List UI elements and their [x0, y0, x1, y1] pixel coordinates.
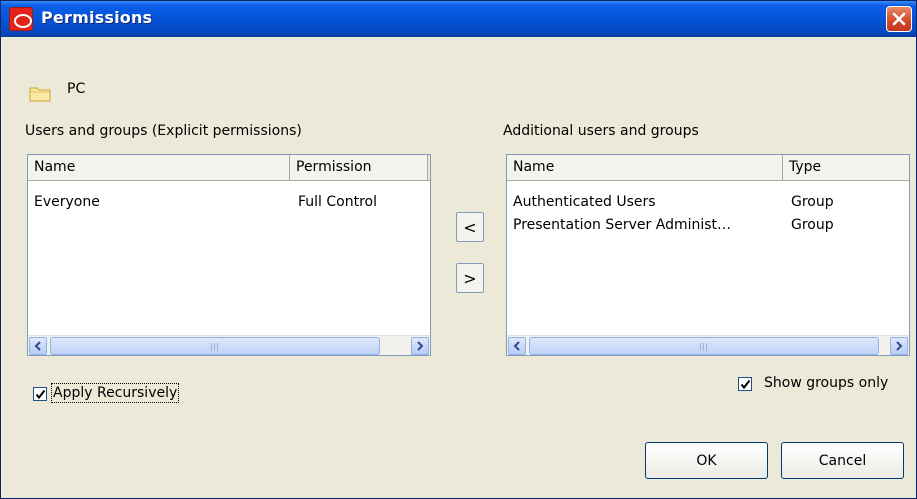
scroll-thumb[interactable] [529, 337, 879, 355]
show-groups-only-label: Show groups only [764, 375, 889, 391]
explicit-permissions-list[interactable]: Name Permission Everyone Full Control [27, 154, 431, 356]
additional-users-list[interactable]: Name Type Authenticated Users Group Pres… [506, 154, 910, 356]
ok-button[interactable]: OK [645, 442, 768, 479]
horizontal-scrollbar[interactable] [507, 335, 909, 355]
permissions-dialog: Permissions PC Users and groups (Explici… [0, 0, 917, 499]
column-header-type[interactable]: Type [783, 155, 909, 180]
user-type: Group [791, 194, 834, 210]
add-to-explicit-button[interactable]: < [456, 212, 484, 242]
apply-recursively-label: Apply Recursively [50, 383, 180, 403]
scroll-right-button[interactable] [411, 337, 429, 355]
checkmark-icon [35, 389, 46, 400]
user-type: Group [791, 217, 834, 233]
column-header-name[interactable]: Name [507, 155, 783, 180]
scroll-thumb[interactable] [50, 337, 380, 355]
list-header: Name Permission [28, 155, 430, 181]
folder-label: PC [67, 81, 86, 97]
user-permission: Full Control [298, 194, 377, 210]
move-to-additional-button[interactable]: > [456, 263, 484, 293]
scroll-left-button[interactable] [508, 337, 526, 355]
close-icon [892, 12, 906, 26]
apply-recursively-checkbox[interactable]: Apply Recursively [33, 383, 223, 404]
chevron-right-icon [417, 341, 424, 351]
additional-users-label: Additional users and groups [503, 123, 699, 139]
column-header-permission[interactable]: Permission [290, 155, 428, 180]
chevron-right-icon [896, 341, 903, 351]
chevron-left-icon [513, 341, 520, 351]
user-name: Everyone [34, 194, 100, 210]
column-header-name[interactable]: Name [28, 155, 290, 180]
title-bar[interactable]: Permissions [1, 1, 916, 37]
checkmark-icon [740, 379, 751, 390]
show-groups-only-checkbox[interactable]: Show groups only [738, 374, 913, 394]
oracle-icon [9, 7, 33, 31]
window-title: Permissions [41, 8, 153, 27]
checkbox-box[interactable] [738, 377, 752, 391]
horizontal-scrollbar[interactable] [28, 335, 430, 355]
user-name: Presentation Server Administ… [513, 217, 732, 233]
folder-icon [29, 87, 51, 102]
chevron-left-icon [34, 341, 41, 351]
checkbox-box[interactable] [33, 387, 47, 401]
close-button[interactable] [886, 6, 912, 32]
cancel-button[interactable]: Cancel [781, 442, 904, 479]
list-header: Name Type [507, 155, 909, 181]
explicit-permissions-label: Users and groups (Explicit permissions) [25, 123, 302, 139]
scroll-right-button[interactable] [890, 337, 908, 355]
scroll-left-button[interactable] [29, 337, 47, 355]
table-row[interactable]: Authenticated Users Group [507, 192, 909, 214]
user-name: Authenticated Users [513, 194, 656, 210]
table-row[interactable]: Presentation Server Administ… Group [507, 215, 909, 237]
table-row[interactable]: Everyone Full Control [28, 192, 430, 214]
